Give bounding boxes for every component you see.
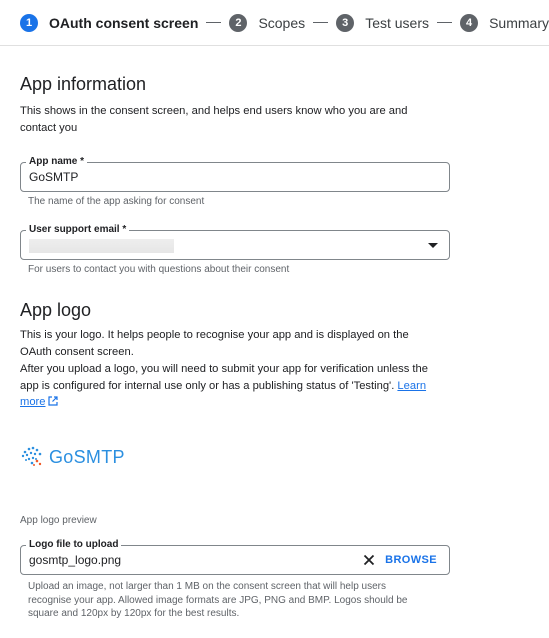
app-logo-preview: GoSMTP — [20, 444, 125, 470]
step-number: 1 — [20, 13, 38, 32]
step-scopes[interactable]: 2 Scopes — [229, 13, 306, 32]
logo-wordmark: GoSMTP — [49, 446, 125, 467]
app-name-input[interactable]: GoSMTP — [29, 170, 78, 184]
app-logo-verification-note: After you upload a logo, you will need t… — [20, 361, 440, 411]
logo-file-name[interactable]: gosmtp_logo.png — [29, 553, 121, 567]
logo-file-field[interactable]: Logo file to upload gosmtp_logo.png BROW… — [20, 539, 450, 575]
external-link-icon[interactable] — [47, 396, 58, 406]
app-logo-heading: App logo — [20, 300, 92, 320]
app-logo-preview-label: App logo preview — [20, 515, 97, 526]
step-label: Test users — [365, 14, 430, 31]
stepper: 1 OAuth consent screen 2 Scopes 3 Test u… — [0, 0, 549, 46]
step-number: 3 — [336, 13, 355, 32]
user-support-email-hint: For users to contact you with questions … — [28, 264, 290, 275]
logo-file-hint: Upload an image, not larger than 1 MB on… — [28, 581, 408, 619]
app-information-heading: App information — [20, 74, 147, 94]
user-support-email-label: User support email * — [26, 224, 130, 236]
step-label: Summary — [489, 14, 549, 31]
logo-file-label: Logo file to upload — [26, 539, 122, 551]
app-information-description: This shows in the consent screen, and he… — [20, 105, 408, 134]
step-separator — [437, 22, 453, 23]
app-name-hint: The name of the app asking for consent — [28, 196, 205, 207]
app-name-label: App name * — [26, 156, 88, 168]
step-oauth-consent-screen[interactable]: 1 OAuth consent screen — [20, 13, 199, 32]
step-number: 2 — [229, 13, 248, 32]
step-label: Scopes — [258, 14, 306, 31]
step-separator — [206, 22, 222, 23]
verification-note-text: After you upload a logo, you will need t… — [20, 363, 428, 392]
user-support-email-select[interactable]: User support email * — [20, 224, 450, 260]
dropdown-arrow-icon[interactable] — [428, 243, 438, 248]
app-logo-description: This is your logo. It helps people to re… — [20, 329, 409, 358]
app-name-field[interactable]: App name * GoSMTP — [20, 156, 450, 192]
gosmtp-logo-icon — [21, 446, 42, 466]
redacted-email-value — [29, 239, 174, 253]
step-number: 4 — [460, 13, 479, 32]
step-label: OAuth consent screen — [49, 14, 199, 31]
browse-button[interactable]: BROWSE — [385, 554, 437, 566]
step-separator — [313, 22, 329, 23]
step-test-users[interactable]: 3 Test users — [336, 13, 430, 32]
clear-icon[interactable] — [361, 552, 377, 568]
step-summary[interactable]: 4 Summary — [460, 13, 549, 32]
